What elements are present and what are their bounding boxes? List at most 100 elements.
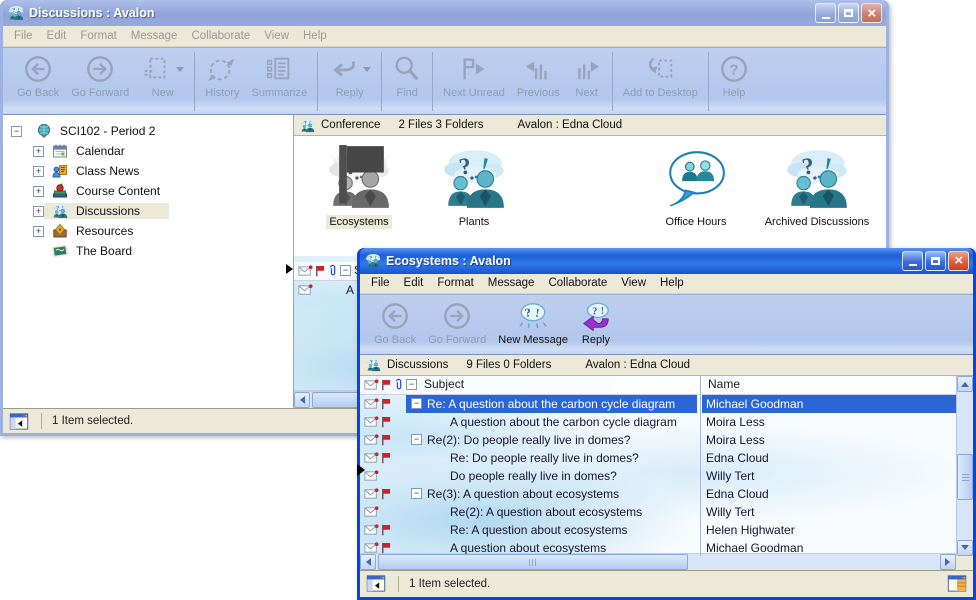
flag-icon <box>315 265 325 277</box>
list-header[interactable]: Subject Name <box>360 376 956 395</box>
tree-item-sci102[interactable]: SCI102 - Period 2 <box>3 121 293 141</box>
maximize-icon <box>844 9 853 17</box>
menu-item-format[interactable]: Format <box>73 28 123 44</box>
menu-item-edit[interactable]: Edit <box>397 275 431 291</box>
close-button[interactable] <box>861 3 882 23</box>
ecosystems-window-titlebar[interactable]: Ecosystems : Avalon <box>360 248 973 274</box>
scrollbar-thumb[interactable] <box>378 554 688 570</box>
tree-item-course-content[interactable]: Course Content <box>3 181 293 201</box>
menu-item-help[interactable]: Help <box>296 28 334 44</box>
message-row[interactable]: A question about the carbon cycle diagra… <box>360 413 956 431</box>
message-row[interactable]: Re(2): A question about ecosystems Willy… <box>360 503 956 521</box>
status-text: 1 Item selected. <box>409 578 490 590</box>
message-row[interactable]: Re: Do people really live in domes? Edna… <box>360 449 956 467</box>
column-divider[interactable] <box>700 376 701 556</box>
ecosystems-conference-icon <box>326 146 392 212</box>
menu-item-file[interactable]: File <box>364 275 397 291</box>
go-back-button[interactable]: Go Back <box>368 298 422 352</box>
menu-item-collaborate[interactable]: Collaborate <box>184 28 257 44</box>
search-icon <box>392 54 422 84</box>
history-button[interactable]: History <box>199 51 245 112</box>
subject-column-header[interactable]: Subject <box>424 377 464 391</box>
menu-item-file[interactable]: File <box>7 28 40 44</box>
summarize-button[interactable]: Summarize <box>246 51 314 112</box>
menu-item-view[interactable]: View <box>257 28 296 44</box>
go-forward-button[interactable]: Go Forward <box>65 51 135 112</box>
menu-item-edit[interactable]: Edit <box>40 28 74 44</box>
collapse-all-box[interactable] <box>340 265 351 276</box>
maximize-button[interactable] <box>925 251 946 271</box>
flag-icon <box>381 524 391 536</box>
tree-item-resources[interactable]: Resources <box>3 221 293 241</box>
menu-item-collaborate[interactable]: Collaborate <box>541 275 614 291</box>
discussions-window-titlebar[interactable]: Discussions : Avalon <box>3 0 886 26</box>
conference-item-plants[interactable]: Plants <box>427 146 521 229</box>
discussions-icon <box>366 357 381 372</box>
thread-collapse-box[interactable] <box>411 488 422 499</box>
menu-item-format[interactable]: Format <box>430 275 480 291</box>
conference-icon-view: Ecosystems Plants Office Hours Archived … <box>294 136 886 256</box>
view-options-icon[interactable] <box>947 575 967 592</box>
minimize-button[interactable] <box>902 251 923 271</box>
menu-item-message[interactable]: Message <box>124 28 185 44</box>
tree-item-calendar[interactable]: Calendar <box>3 141 293 161</box>
next-button[interactable]: Next <box>566 51 608 112</box>
message-row[interactable]: Re: A question about the carbon cycle di… <box>360 395 956 413</box>
expand-box[interactable] <box>33 146 44 157</box>
message-row[interactable]: Re(2): Do people really live in domes? M… <box>360 431 956 449</box>
scroll-up-arrow[interactable] <box>957 376 973 392</box>
minimize-button[interactable] <box>815 3 836 23</box>
expand-box[interactable] <box>33 206 44 217</box>
toolbar-separator <box>708 52 709 111</box>
archived-discussions-icon <box>784 146 850 212</box>
tree-item-the-board[interactable]: The Board <box>3 241 293 261</box>
thread-collapse-box[interactable] <box>411 398 422 409</box>
find-button[interactable]: Find <box>386 51 428 112</box>
toggle-pane-icon[interactable] <box>9 413 29 430</box>
conference-item-office-hours[interactable]: Office Hours <box>644 146 748 229</box>
flag-icon <box>381 398 391 410</box>
message-row[interactable]: Re(3): A question about ecosystems Edna … <box>360 485 956 503</box>
horizontal-scrollbar[interactable] <box>360 553 973 570</box>
tree-item-class-news[interactable]: Class News <box>3 161 293 181</box>
go-back-button[interactable]: Go Back <box>11 51 65 112</box>
menu-item-help[interactable]: Help <box>653 275 691 291</box>
reply-button[interactable]: Reply <box>322 51 377 112</box>
thread-collapse-box[interactable] <box>411 434 422 445</box>
current-row-marker <box>286 264 293 274</box>
scroll-left-arrow[interactable] <box>294 392 310 408</box>
message-row[interactable]: Re: A question about ecosystems Helen Hi… <box>360 521 956 539</box>
conference-item-ecosystems[interactable]: Ecosystems <box>312 146 406 229</box>
expand-box[interactable] <box>33 166 44 177</box>
scrollbar-track[interactable] <box>376 554 940 570</box>
toolbar-separator <box>432 52 433 111</box>
next-unread-button[interactable]: Next Unread <box>437 51 511 112</box>
menu-item-message[interactable]: Message <box>481 275 542 291</box>
scrollbar-track[interactable] <box>957 392 973 540</box>
help-button[interactable]: Help <box>713 51 755 112</box>
envelope-icon <box>364 488 379 500</box>
collapse-box[interactable] <box>11 126 22 137</box>
toggle-pane-icon[interactable] <box>366 575 386 592</box>
add-to-desktop-button[interactable]: Add to Desktop <box>617 51 704 112</box>
name-column-header[interactable]: Name <box>708 377 740 391</box>
vertical-scrollbar[interactable] <box>956 376 973 556</box>
expand-box[interactable] <box>33 186 44 197</box>
scrollbar-thumb[interactable] <box>957 454 973 500</box>
previous-button[interactable]: Previous <box>511 51 566 112</box>
menu-item-view[interactable]: View <box>614 275 653 291</box>
reply-button[interactable]: Reply <box>574 298 618 352</box>
expand-box[interactable] <box>33 226 44 237</box>
envelope-icon <box>364 416 379 428</box>
maximize-button[interactable] <box>838 3 859 23</box>
conference-item-archived-discussions[interactable]: Archived Discussions <box>749 146 885 229</box>
close-button[interactable] <box>948 251 969 271</box>
go-forward-button[interactable]: Go Forward <box>422 298 492 352</box>
new-message-button[interactable]: New Message <box>492 298 574 352</box>
history-icon <box>207 54 237 84</box>
message-row[interactable]: Do people really live in domes? Willy Te… <box>360 467 956 485</box>
new-button[interactable]: New <box>135 51 190 112</box>
collapse-all-box[interactable] <box>406 379 417 390</box>
tree-item-discussions[interactable]: Discussions <box>3 201 293 221</box>
scroll-down-arrow[interactable] <box>957 540 973 556</box>
